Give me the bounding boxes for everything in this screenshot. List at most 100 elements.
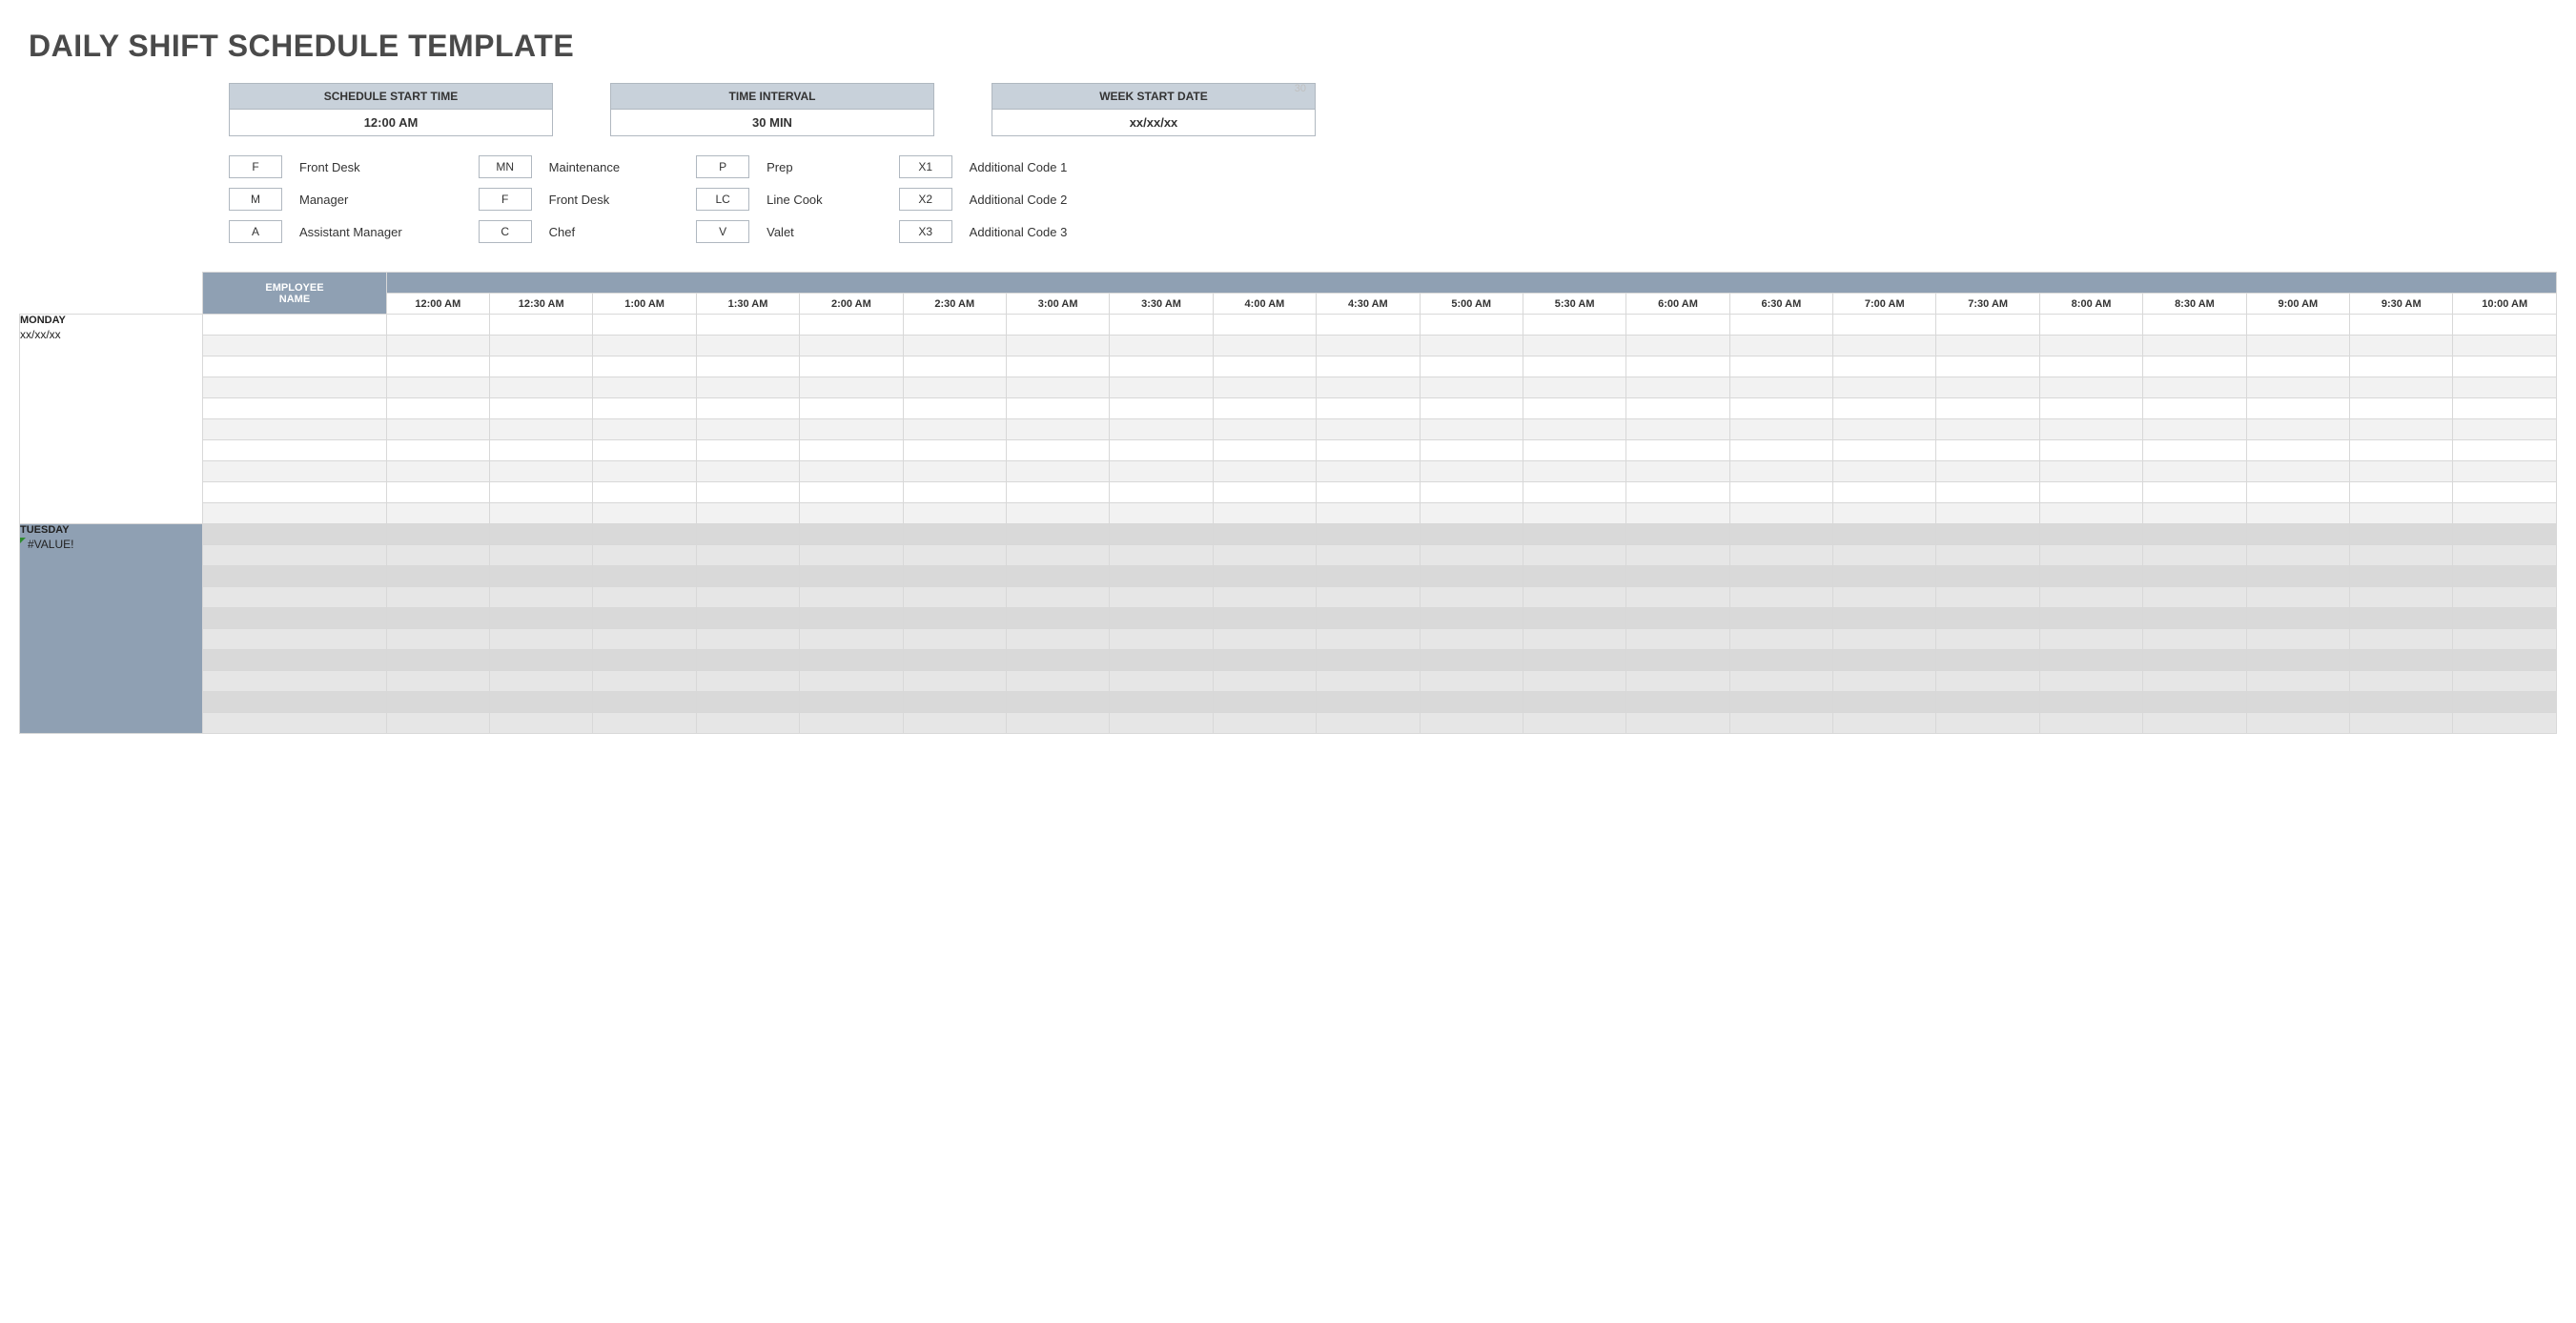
legend-code[interactable]: F <box>229 155 282 178</box>
schedule-cell[interactable] <box>1833 566 1936 587</box>
schedule-cell[interactable] <box>1523 713 1625 734</box>
schedule-cell[interactable] <box>1936 587 2039 608</box>
schedule-cell[interactable] <box>1006 650 1109 671</box>
schedule-cell[interactable] <box>1420 713 1523 734</box>
schedule-cell[interactable] <box>1213 524 1316 545</box>
schedule-cell[interactable] <box>1523 629 1625 650</box>
schedule-cell[interactable] <box>593 566 696 587</box>
schedule-cell[interactable] <box>1317 315 1420 336</box>
schedule-cell[interactable] <box>1626 440 1729 461</box>
schedule-cell[interactable] <box>1626 461 1729 482</box>
schedule-cell[interactable] <box>1626 419 1729 440</box>
schedule-cell[interactable] <box>903 482 1006 503</box>
schedule-cell[interactable] <box>593 377 696 398</box>
schedule-cell[interactable] <box>2350 692 2453 713</box>
schedule-cell[interactable] <box>696 461 799 482</box>
schedule-cell[interactable] <box>2350 482 2453 503</box>
schedule-cell[interactable] <box>1523 545 1625 566</box>
schedule-cell[interactable] <box>2350 356 2453 377</box>
schedule-cell[interactable] <box>1213 545 1316 566</box>
schedule-cell[interactable] <box>1936 419 2039 440</box>
schedule-cell[interactable] <box>696 356 799 377</box>
schedule-cell[interactable] <box>1936 566 2039 587</box>
schedule-cell[interactable] <box>1317 587 1420 608</box>
schedule-cell[interactable] <box>800 503 903 524</box>
schedule-cell[interactable] <box>696 336 799 356</box>
schedule-cell[interactable] <box>903 713 1006 734</box>
employee-cell[interactable] <box>203 608 386 629</box>
schedule-cell[interactable] <box>593 440 696 461</box>
employee-cell[interactable] <box>203 692 386 713</box>
schedule-cell[interactable] <box>696 419 799 440</box>
schedule-cell[interactable] <box>593 545 696 566</box>
schedule-cell[interactable] <box>2453 419 2557 440</box>
schedule-cell[interactable] <box>386 566 489 587</box>
schedule-cell[interactable] <box>903 650 1006 671</box>
schedule-cell[interactable] <box>1626 650 1729 671</box>
schedule-cell[interactable] <box>903 356 1006 377</box>
schedule-cell[interactable] <box>593 356 696 377</box>
schedule-cell[interactable] <box>2453 587 2557 608</box>
schedule-cell[interactable] <box>1729 545 1832 566</box>
schedule-cell[interactable] <box>490 629 593 650</box>
schedule-cell[interactable] <box>1110 524 1213 545</box>
schedule-cell[interactable] <box>696 650 799 671</box>
schedule-cell[interactable] <box>696 440 799 461</box>
schedule-cell[interactable] <box>593 671 696 692</box>
schedule-cell[interactable] <box>2039 398 2142 419</box>
schedule-cell[interactable] <box>2143 461 2246 482</box>
schedule-cell[interactable] <box>903 377 1006 398</box>
schedule-cell[interactable] <box>2246 587 2349 608</box>
schedule-cell[interactable] <box>1729 713 1832 734</box>
schedule-cell[interactable] <box>2143 587 2246 608</box>
schedule-cell[interactable] <box>1936 440 2039 461</box>
legend-code[interactable]: X1 <box>899 155 952 178</box>
schedule-cell[interactable] <box>800 713 903 734</box>
schedule-cell[interactable] <box>1833 398 1936 419</box>
schedule-cell[interactable] <box>1317 566 1420 587</box>
schedule-cell[interactable] <box>1729 398 1832 419</box>
schedule-cell[interactable] <box>2143 336 2246 356</box>
schedule-cell[interactable] <box>903 692 1006 713</box>
schedule-cell[interactable] <box>1833 545 1936 566</box>
schedule-cell[interactable] <box>386 482 489 503</box>
schedule-cell[interactable] <box>2350 545 2453 566</box>
schedule-cell[interactable] <box>800 336 903 356</box>
schedule-cell[interactable] <box>593 419 696 440</box>
schedule-cell[interactable] <box>903 419 1006 440</box>
schedule-cell[interactable] <box>903 608 1006 629</box>
schedule-cell[interactable] <box>2453 545 2557 566</box>
schedule-cell[interactable] <box>800 440 903 461</box>
schedule-cell[interactable] <box>1936 482 2039 503</box>
schedule-cell[interactable] <box>903 398 1006 419</box>
schedule-cell[interactable] <box>1833 650 1936 671</box>
schedule-cell[interactable] <box>2143 692 2246 713</box>
schedule-cell[interactable] <box>2350 377 2453 398</box>
schedule-cell[interactable] <box>2039 524 2142 545</box>
schedule-cell[interactable] <box>1317 545 1420 566</box>
schedule-cell[interactable] <box>1317 503 1420 524</box>
schedule-cell[interactable] <box>800 566 903 587</box>
schedule-cell[interactable] <box>800 377 903 398</box>
schedule-cell[interactable] <box>696 692 799 713</box>
schedule-cell[interactable] <box>593 482 696 503</box>
schedule-cell[interactable] <box>1936 671 2039 692</box>
schedule-cell[interactable] <box>1626 482 1729 503</box>
schedule-cell[interactable] <box>1833 482 1936 503</box>
schedule-cell[interactable] <box>2350 524 2453 545</box>
schedule-cell[interactable] <box>2039 587 2142 608</box>
schedule-cell[interactable] <box>1006 524 1109 545</box>
schedule-cell[interactable] <box>800 461 903 482</box>
schedule-cell[interactable] <box>2246 377 2349 398</box>
schedule-cell[interactable] <box>1729 419 1832 440</box>
schedule-cell[interactable] <box>1213 482 1316 503</box>
legend-code[interactable]: C <box>479 220 532 243</box>
schedule-cell[interactable] <box>1213 419 1316 440</box>
schedule-cell[interactable] <box>1936 398 2039 419</box>
schedule-cell[interactable] <box>1110 650 1213 671</box>
schedule-cell[interactable] <box>1006 545 1109 566</box>
schedule-cell[interactable] <box>1006 315 1109 336</box>
config-interval-value[interactable]: 30 MIN <box>611 110 933 135</box>
schedule-cell[interactable] <box>1729 587 1832 608</box>
schedule-cell[interactable] <box>593 713 696 734</box>
